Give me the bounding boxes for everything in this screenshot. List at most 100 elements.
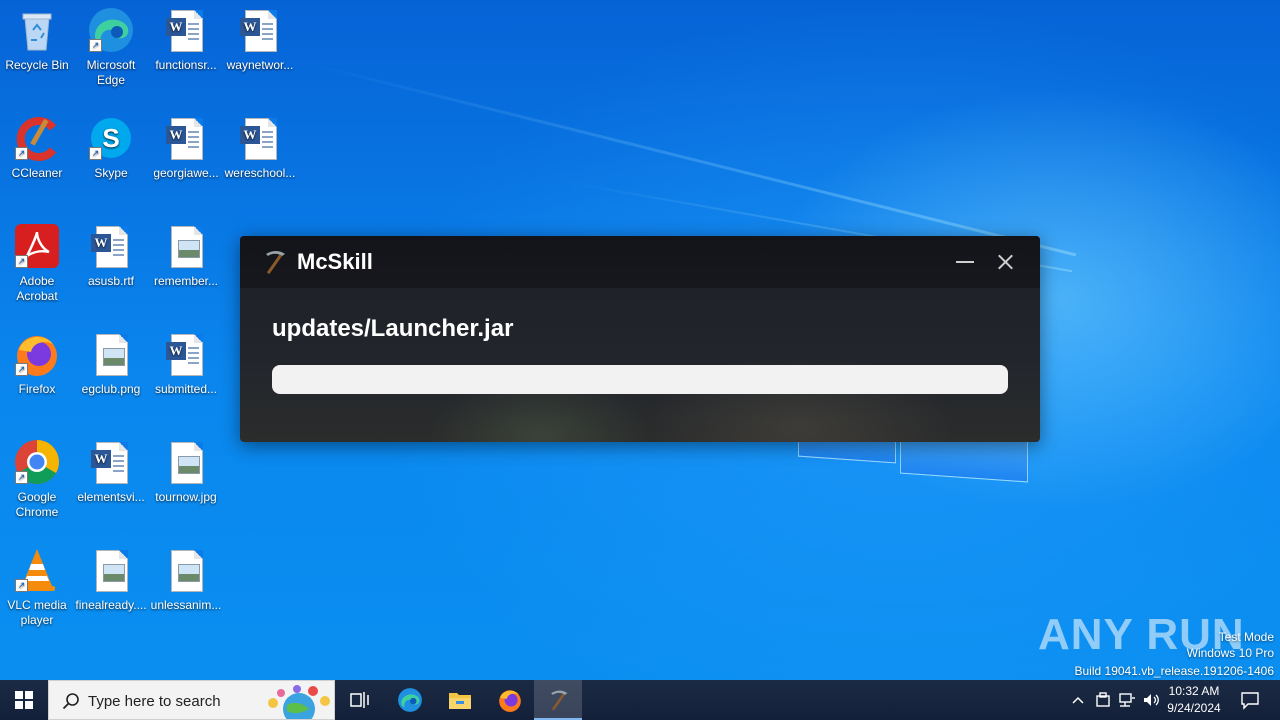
skype-icon: S ↗ <box>87 114 135 162</box>
desktop-icon-label: Skype <box>94 166 128 180</box>
desktop-icon-label: Recycle Bin <box>5 58 69 72</box>
shortcut-arrow-icon: ↗ <box>15 255 28 268</box>
desktop-icon-label: waynetwor... <box>226 58 294 72</box>
desktop-icon-unlessanim[interactable]: unlessanim... <box>149 546 223 613</box>
windows-edition-text: Windows 10 Pro <box>1186 646 1274 660</box>
ccleaner-icon: ↗ <box>13 114 61 162</box>
desktop-icon-label: elementsvi... <box>77 490 145 504</box>
desktop-icon-firefox[interactable]: ↗ Firefox <box>0 330 74 397</box>
desktop-icon-label: unlessanim... <box>150 598 222 612</box>
image-file-icon <box>87 546 135 594</box>
window-titlebar[interactable]: McSkill <box>240 236 1040 288</box>
task-view-icon <box>350 692 369 708</box>
desktop-icon-wereschool[interactable]: W wereschool... <box>223 114 297 181</box>
chrome-icon: ↗ <box>13 438 61 486</box>
shortcut-arrow-icon: ↗ <box>89 147 102 160</box>
desktop-icon-waynetwor[interactable]: W waynetwor... <box>223 6 297 73</box>
desktop-icon-label: CCleaner <box>11 166 63 180</box>
word-doc-icon: W <box>87 222 135 270</box>
desktop-icon-elementsvi[interactable]: W elementsvi... <box>74 438 148 505</box>
search-placeholder: Type here to search <box>88 693 221 710</box>
taskbar-edge[interactable] <box>386 680 434 720</box>
word-doc-icon: W <box>162 6 210 54</box>
clock[interactable]: 10:32 AM 9/24/2024 <box>1160 683 1228 717</box>
shortcut-arrow-icon: ↗ <box>15 471 28 484</box>
minimize-button[interactable] <box>952 250 978 274</box>
desktop-icon-label: Microsoft Edge <box>86 58 136 87</box>
shortcut-arrow-icon: ↗ <box>15 363 28 376</box>
image-file-icon <box>87 330 135 378</box>
desktop-icon-tournow-jpg[interactable]: tournow.jpg <box>149 438 223 505</box>
desktop-icon-recycle-bin[interactable]: Recycle Bin <box>0 6 74 73</box>
task-view-button[interactable] <box>336 680 384 720</box>
folder-icon <box>449 693 471 709</box>
desktop-icon-microsoft-edge[interactable]: ↗ Microsoft Edge <box>74 6 148 88</box>
build-text: Build 19041.vb_release.191206-1406 <box>1074 664 1275 678</box>
desktop-icon-skype[interactable]: S ↗ Skype <box>74 114 148 181</box>
desktop-icon-functionsr[interactable]: W functionsr... <box>149 6 223 73</box>
desktop-icon-google-chrome[interactable]: ↗ Google Chrome <box>0 438 74 520</box>
taskbar-file-explorer[interactable] <box>436 680 484 720</box>
shortcut-arrow-icon: ↗ <box>15 579 28 592</box>
desktop-icon-label: egclub.png <box>81 382 141 396</box>
desktop-icon-label: Firefox <box>18 382 56 396</box>
desktop-icon-label: functionsr... <box>155 58 217 72</box>
chevron-up-icon[interactable] <box>1068 690 1088 710</box>
pickaxe-icon <box>551 690 568 711</box>
desktop-icon-label: wereschool... <box>224 166 296 180</box>
desktop-icon-label: submitted... <box>154 382 218 396</box>
taskbar-mcskill[interactable] <box>534 680 582 720</box>
desktop-icon-remember[interactable]: remember... <box>149 222 223 289</box>
notification-center-button[interactable] <box>1232 680 1268 720</box>
desktop-icon-finealready[interactable]: finealready.... <box>74 546 148 613</box>
edge-icon <box>398 688 422 712</box>
windows-icon <box>15 691 33 709</box>
security-icon[interactable] <box>1093 690 1113 710</box>
desktop-icon-adobe-acrobat[interactable]: ↗ Adobe Acrobat <box>0 222 74 304</box>
clock-date: 9/24/2024 <box>1167 701 1221 715</box>
word-doc-icon: W <box>236 6 284 54</box>
clock-time: 10:32 AM <box>1168 684 1220 698</box>
taskbar: Type here to search 10:32 AM 9/24/2024 <box>0 680 1280 720</box>
notification-icon <box>1241 692 1259 710</box>
test-mode-text: Test Mode <box>1218 630 1274 644</box>
start-button[interactable] <box>0 680 48 720</box>
acrobat-icon: ↗ <box>13 222 61 270</box>
vlc-icon: ↗ <box>13 546 61 594</box>
mcskill-window: McSkill updates/Launcher.jar <box>240 236 1040 442</box>
close-button[interactable] <box>992 250 1018 274</box>
desktop-icon-label: Adobe Acrobat <box>16 274 58 303</box>
desktop-icon-label: VLC media player <box>7 598 67 627</box>
pickaxe-icon <box>260 248 288 276</box>
image-file-icon <box>162 438 210 486</box>
image-file-icon <box>162 222 210 270</box>
download-file-name: updates/Launcher.jar <box>272 315 514 342</box>
volume-icon[interactable] <box>1141 690 1161 710</box>
edge-icon: ↗ <box>87 6 135 54</box>
recycle-bin-icon <box>13 6 61 54</box>
window-title: McSkill <box>297 249 373 274</box>
desktop-icon-label: remember... <box>153 274 219 288</box>
desktop-icon-submitted[interactable]: W submitted... <box>149 330 223 397</box>
firefox-icon <box>499 690 521 712</box>
desktop-icon-label: finealready.... <box>75 598 147 612</box>
shortcut-arrow-icon: ↗ <box>89 39 102 52</box>
search-icon <box>62 693 79 710</box>
download-progress-bar <box>272 365 1008 394</box>
desktop-icon-egclub-png[interactable]: egclub.png <box>74 330 148 397</box>
desktop-icon-label: asusb.rtf <box>87 274 135 288</box>
desktop-icon-vlc[interactable]: ↗ VLC media player <box>0 546 74 628</box>
image-file-icon <box>162 546 210 594</box>
firefox-icon: ↗ <box>13 330 61 378</box>
desktop-icon-georgiawe[interactable]: W georgiawe... <box>149 114 223 181</box>
network-icon[interactable] <box>1117 690 1137 710</box>
search-box[interactable]: Type here to search <box>48 680 335 720</box>
desktop-icon-label: tournow.jpg <box>155 490 217 504</box>
taskbar-firefox[interactable] <box>486 680 534 720</box>
desktop-icon-ccleaner[interactable]: ↗ CCleaner <box>0 114 74 181</box>
desktop-icon-asusb-rtf[interactable]: W asusb.rtf <box>74 222 148 289</box>
word-doc-icon: W <box>162 330 210 378</box>
word-doc-icon: W <box>162 114 210 162</box>
word-doc-icon: W <box>236 114 284 162</box>
light-beam <box>299 60 1077 257</box>
